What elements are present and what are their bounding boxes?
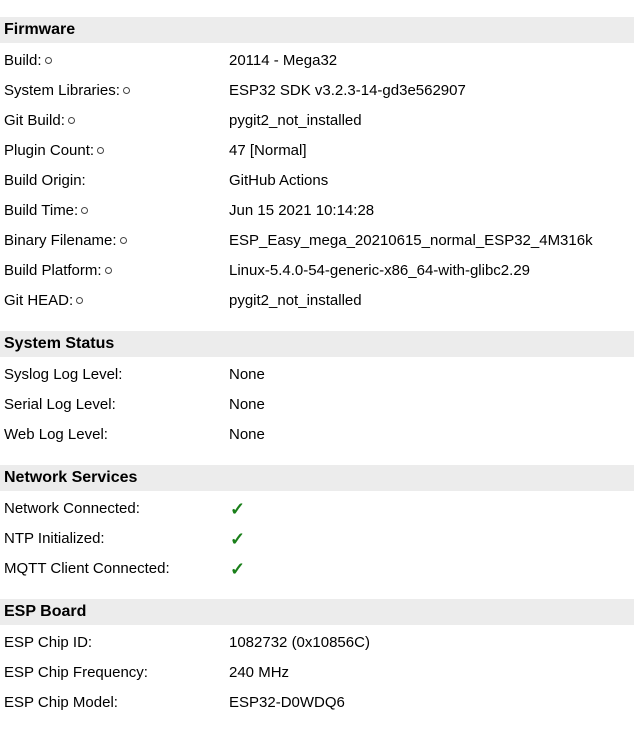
row-label: ESP Chip Model: [4, 694, 118, 711]
row-network-connected: Network Connected: ✓ [0, 497, 634, 527]
row-value: ESP32-D0WDQ6 [229, 694, 345, 711]
row-label: Git Build: [4, 112, 65, 129]
copy-icon[interactable] [104, 266, 112, 274]
row-label: Binary Filename: [4, 232, 117, 249]
row-syslog-log-level: Syslog Log Level: None [0, 363, 634, 393]
section-title: Network Services [0, 465, 634, 491]
row-label: Build Origin: [4, 172, 86, 189]
row-label: ESP Chip ID: [4, 634, 93, 651]
checkmark-icon: ✓ [230, 529, 246, 549]
row-label: MQTT Client Connected: [4, 560, 170, 577]
row-system-libraries: System Libraries: ESP32 SDK v3.2.3-14-gd3… [0, 79, 634, 109]
copy-icon[interactable] [67, 116, 75, 124]
section-network-services: Network Services Network Connected: ✓ NTP… [0, 465, 634, 587]
copy-icon[interactable] [119, 236, 127, 244]
row-value: Jun 15 2021 10:14:28 [229, 202, 375, 219]
copy-icon[interactable] [97, 146, 105, 154]
checkmark-icon: ✓ [230, 499, 246, 519]
row-build-origin: Build Origin: GitHub Actions [0, 169, 634, 199]
row-label: Build: [4, 52, 42, 69]
row-label: Build Platform: [4, 262, 102, 279]
row-value: ESP32 SDK v3.2.3-14-gd3e562907 [229, 82, 466, 99]
row-value: Linux-5.4.0-54-generic-x86_64-with-glibc… [229, 262, 531, 279]
row-value: 47 [Normal] [229, 142, 307, 159]
row-label: Syslog Log Level: [4, 366, 123, 383]
row-label: NTP Initialized: [4, 530, 105, 547]
row-value: pygit2_not_installed [229, 292, 362, 309]
section-title: ESP Board [0, 599, 634, 625]
row-value: None [229, 366, 265, 383]
copy-icon[interactable] [44, 56, 52, 64]
row-value: None [229, 426, 265, 443]
row-label: Serial Log Level: [4, 396, 116, 413]
row-label: Plugin Count: [4, 142, 95, 159]
row-git-head: Git HEAD: pygit2_not_installed [0, 289, 634, 319]
row-value: GitHub Actions [229, 172, 329, 189]
row-mqtt-client-connected: MQTT Client Connected: ✓ [0, 557, 634, 587]
section-title: System Status [0, 331, 634, 357]
checkmark-icon: ✓ [230, 559, 246, 579]
row-label: Build Time: [4, 202, 79, 219]
row-esp-chip-id: ESP Chip ID: 1082732 (0x10856C) [0, 631, 634, 661]
row-value: 20114 - Mega32 [229, 52, 338, 69]
row-label: Network Connected: [4, 500, 140, 517]
row-label: Web Log Level: [4, 426, 108, 443]
row-git-build: Git Build: pygit2_not_installed [0, 109, 634, 139]
copy-icon[interactable] [122, 86, 130, 94]
row-value: 240 MHz [229, 664, 290, 681]
row-label: System Libraries: [4, 82, 120, 99]
row-value: pygit2_not_installed [229, 112, 362, 129]
section-title: Firmware [0, 17, 634, 43]
row-web-log-level: Web Log Level: None [0, 423, 634, 453]
row-plugin-count: Plugin Count: 47 [Normal] [0, 139, 634, 169]
section-esp-board: ESP Board ESP Chip ID: 1082732 (0x10856C)… [0, 599, 634, 721]
row-label: ESP Chip Frequency: [4, 664, 148, 681]
row-label: Git HEAD: [4, 292, 74, 309]
row-serial-log-level: Serial Log Level: None [0, 393, 634, 423]
sysinfo-page: Firmware Build: 20114 - Mega32 System Lib… [0, 17, 634, 721]
copy-icon[interactable] [76, 296, 84, 304]
row-esp-chip-model: ESP Chip Model: ESP32-D0WDQ6 [0, 691, 634, 721]
row-build: Build: 20114 - Mega32 [0, 49, 634, 79]
row-ntp-initialized: NTP Initialized: ✓ [0, 527, 634, 557]
row-esp-chip-frequency: ESP Chip Frequency: 240 MHz [0, 661, 634, 691]
section-firmware: Firmware Build: 20114 - Mega32 System Lib… [0, 17, 634, 319]
row-build-time: Build Time: Jun 15 2021 10:14:28 [0, 199, 634, 229]
row-value: ESP_Easy_mega_20210615_normal_ESP32_4M31… [229, 232, 593, 249]
row-build-platform: Build Platform: Linux-5.4.0-54-generic-x8… [0, 259, 634, 289]
copy-icon[interactable] [81, 206, 89, 214]
row-value: 1082732 (0x10856C) [229, 634, 370, 651]
section-system-status: System Status Syslog Log Level: None Seri… [0, 331, 634, 453]
row-value: None [229, 396, 265, 413]
row-binary-filename: Binary Filename: ESP_Easy_mega_20210615_n… [0, 229, 634, 259]
